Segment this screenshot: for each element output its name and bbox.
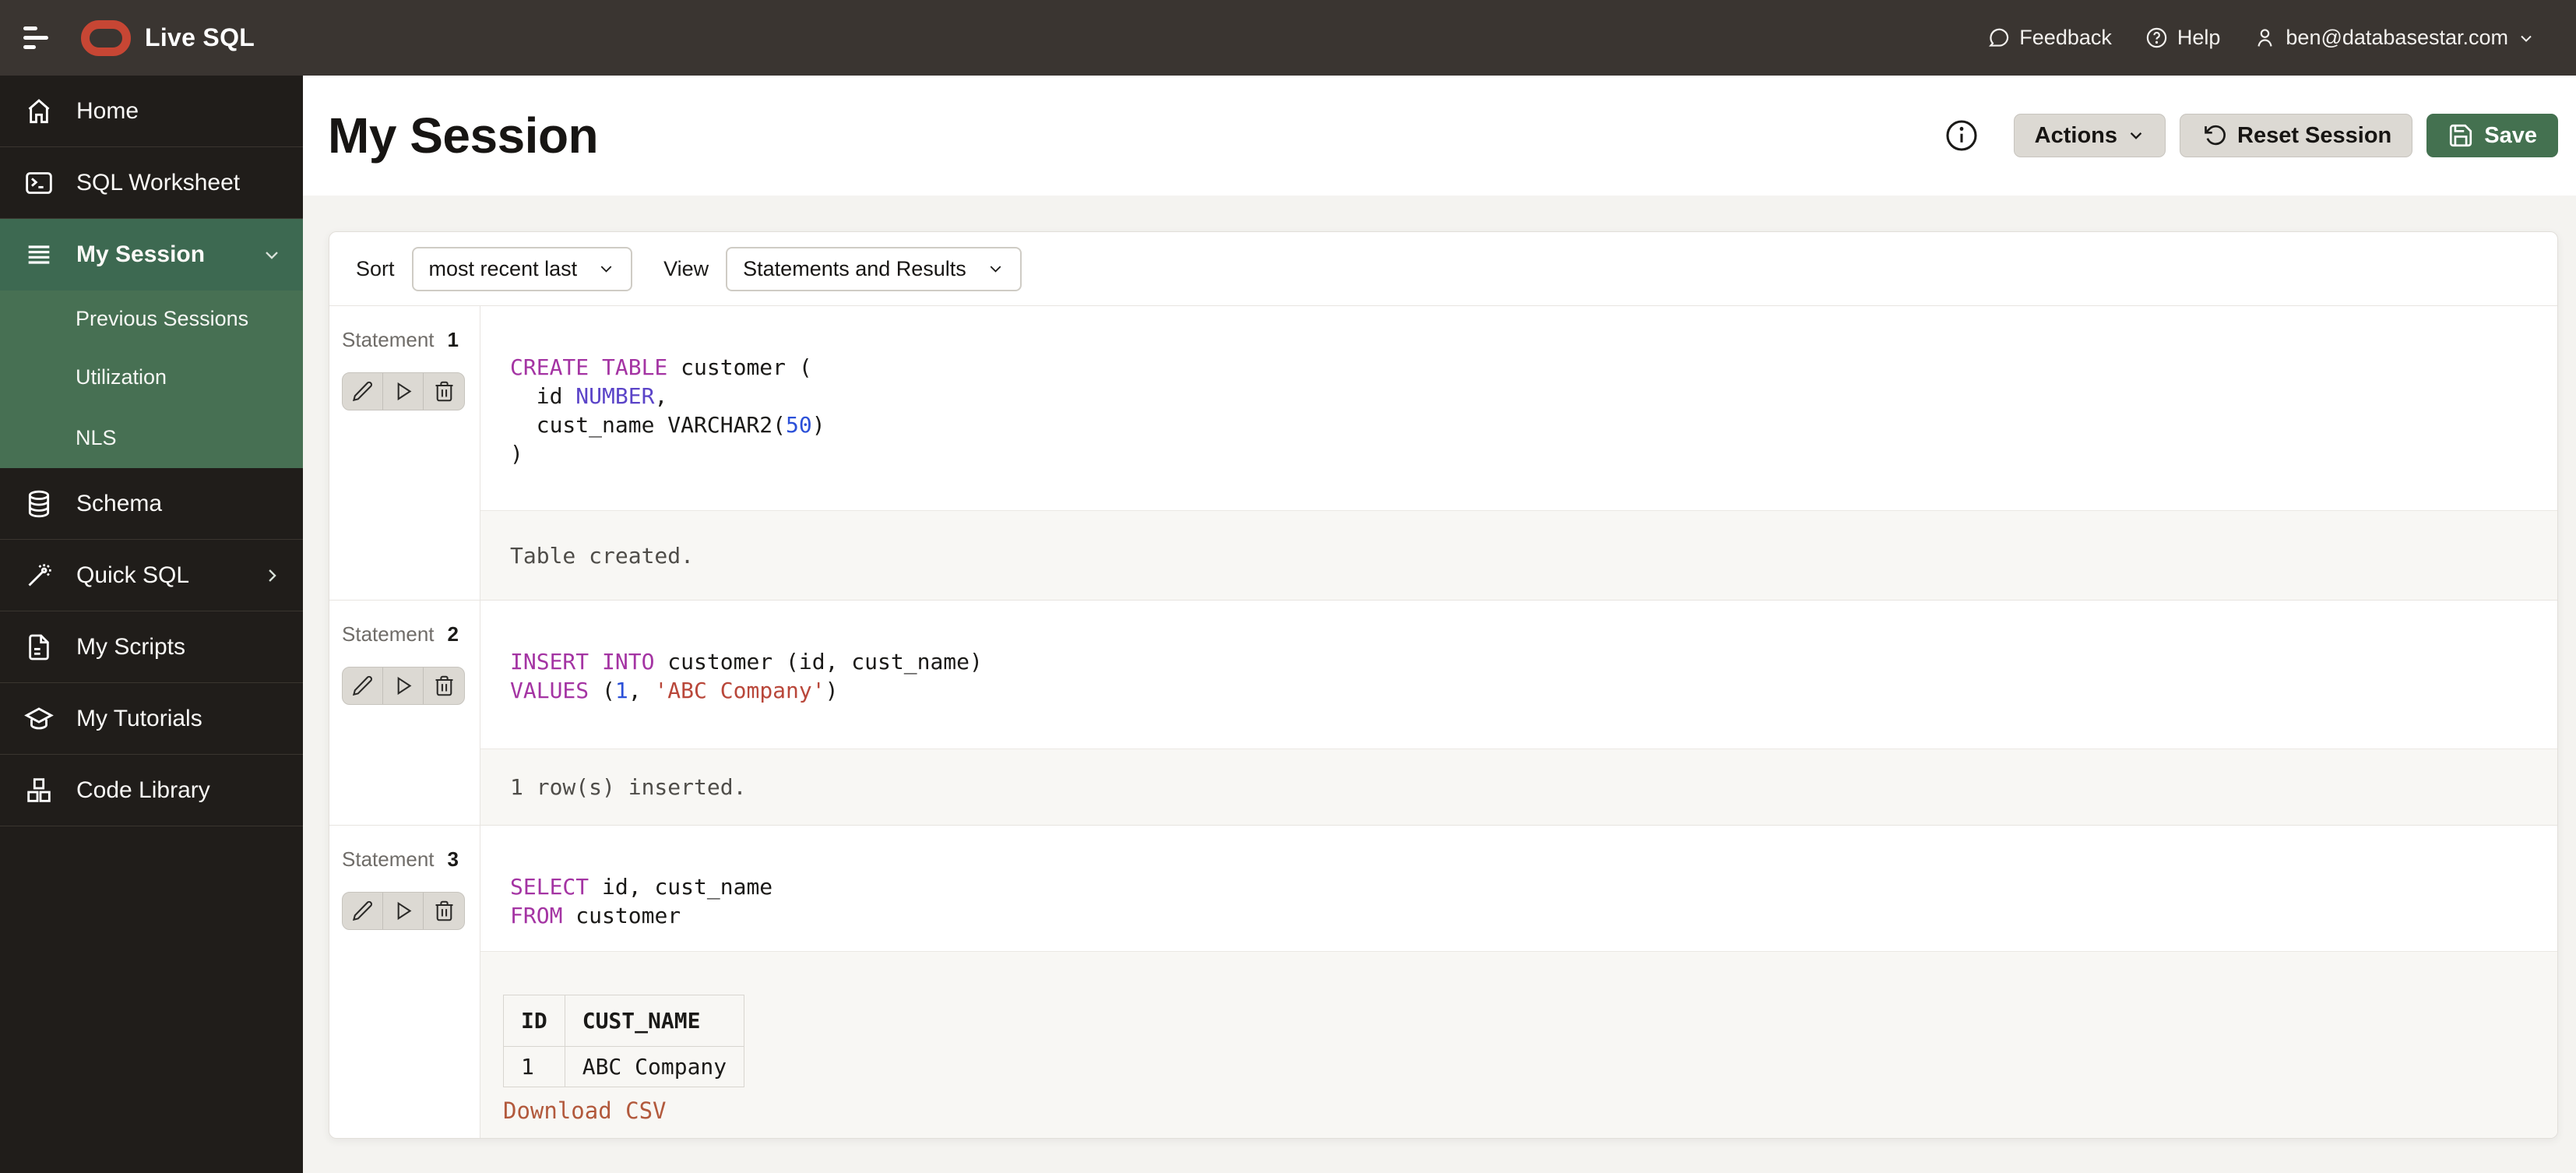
statement-result: 1 row(s) inserted. [480,749,2557,825]
user-icon [2253,26,2277,50]
help-icon [2145,26,2169,50]
sidebar-item-code-library[interactable]: Code Library [0,755,303,826]
reset-icon [2201,122,2227,149]
actions-button[interactable]: Actions [2013,114,2166,157]
edit-button[interactable] [343,893,383,929]
statement-actions [342,667,465,705]
sidebar-item-my-tutorials[interactable]: My Tutorials [0,683,303,755]
save-button[interactable]: Save [2426,114,2558,157]
sidebar: Home SQL Worksheet My Session Previous S… [0,76,303,1173]
help-link[interactable]: Help [2145,26,2220,50]
statement-block: Statement 1 CREATE TABLE customer ( id N… [329,306,2557,601]
blocks-icon [23,775,55,806]
home-icon [23,96,55,127]
sql-code: SELECT id, cust_name FROM customer [510,874,773,928]
list-icon [23,239,55,270]
user-email: ben@databasestar.com [2286,26,2508,49]
result-table: ID CUST_NAME 1 ABC Company [503,995,745,1087]
run-button[interactable] [383,893,424,929]
run-button[interactable] [383,373,424,410]
delete-button[interactable] [424,893,464,929]
statement-label: Statement [342,622,435,646]
delete-button[interactable] [424,373,464,410]
statement-number: 3 [447,847,459,871]
sidebar-item-my-session[interactable]: My Session [0,219,303,291]
sidebar-item-nls[interactable]: NLS [0,407,303,468]
run-button[interactable] [383,668,424,704]
save-icon [2448,122,2474,149]
feedback-icon [1987,26,2011,50]
statement-actions [342,372,465,410]
statement-number: 2 [447,622,459,646]
app-brand: Live SQL [145,23,255,51]
statement-block: Statement 3 SELECT id, cust_name FROM cu… [329,826,2557,1138]
sidebar-item-schema[interactable]: Schema [0,468,303,540]
chevron-down-icon [2127,127,2145,144]
statements-list: Statement 1 CREATE TABLE customer ( id N… [329,306,2557,1138]
wand-icon [23,560,55,591]
table-row: 1 ABC Company [503,1046,745,1087]
database-icon [23,488,55,520]
statement-result: ID CUST_NAME 1 ABC Company Download CSV [480,951,2557,1138]
chevron-down-icon [987,260,1005,278]
sort-label: Sort [356,256,395,280]
delete-button[interactable] [424,668,464,704]
user-menu[interactable]: ben@databasestar.com [2253,26,2536,50]
terminal-icon [23,167,55,199]
statement-block: Statement 2 INSERT INTO customer (id, cu… [329,601,2557,826]
statement-label: Statement [342,847,435,871]
result-message: Table created. [510,542,695,569]
my-session-submenu: Previous Sessions Utilization NLS [0,291,303,468]
page-title: My Session [328,107,599,164]
sidebar-item-quick-sql[interactable]: Quick SQL [0,540,303,611]
statement-number: 1 [447,328,459,351]
result-message: 1 row(s) inserted. [510,774,747,800]
view-label: View [663,256,709,280]
info-icon[interactable] [1944,118,1980,153]
sidebar-item-utilization[interactable]: Utilization [0,347,303,407]
chevron-down-icon [597,260,615,278]
feedback-link[interactable]: Feedback [1987,26,2112,50]
sort-select[interactable]: most recent last [411,246,633,291]
edit-button[interactable] [343,373,383,410]
sql-code: INSERT INTO customer (id, cust_name) VAL… [510,649,983,703]
graduation-cap-icon [23,703,55,734]
list-controls: Sort most recent last View Statements an… [329,232,2557,306]
result-table-header: CUST_NAME [564,995,745,1047]
statement-label: Statement [342,328,435,351]
chevron-right-icon [261,565,283,586]
menu-icon[interactable] [23,23,58,54]
sql-code: CREATE TABLE customer ( id NUMBER, cust_… [510,354,825,467]
table-cell: ABC Company [564,1046,745,1087]
document-icon [23,632,55,663]
chevron-down-icon [261,244,283,266]
sidebar-item-previous-sessions[interactable]: Previous Sessions [0,291,303,347]
edit-button[interactable] [343,668,383,704]
sidebar-item-home[interactable]: Home [0,76,303,147]
page-header: My Session Actions Reset Session Save [303,76,2576,196]
statement-actions [342,892,465,930]
result-table-header: ID [503,995,565,1047]
reset-session-button[interactable]: Reset Session [2180,114,2413,157]
view-select[interactable]: Statements and Results [726,246,1022,291]
session-card: Sort most recent last View Statements an… [329,231,2558,1139]
content-area: Sort most recent last View Statements an… [303,196,2576,1173]
table-cell: 1 [503,1046,565,1087]
download-csv-link[interactable]: Download CSV [503,1097,667,1124]
top-bar: Live SQL Feedback Help ben@databasestar.… [0,0,2576,76]
chevron-down-icon [2517,29,2536,48]
oracle-logo[interactable] [81,19,131,56]
sidebar-item-my-scripts[interactable]: My Scripts [0,611,303,683]
statement-result: Table created. [480,510,2557,600]
sidebar-item-sql-worksheet[interactable]: SQL Worksheet [0,147,303,219]
